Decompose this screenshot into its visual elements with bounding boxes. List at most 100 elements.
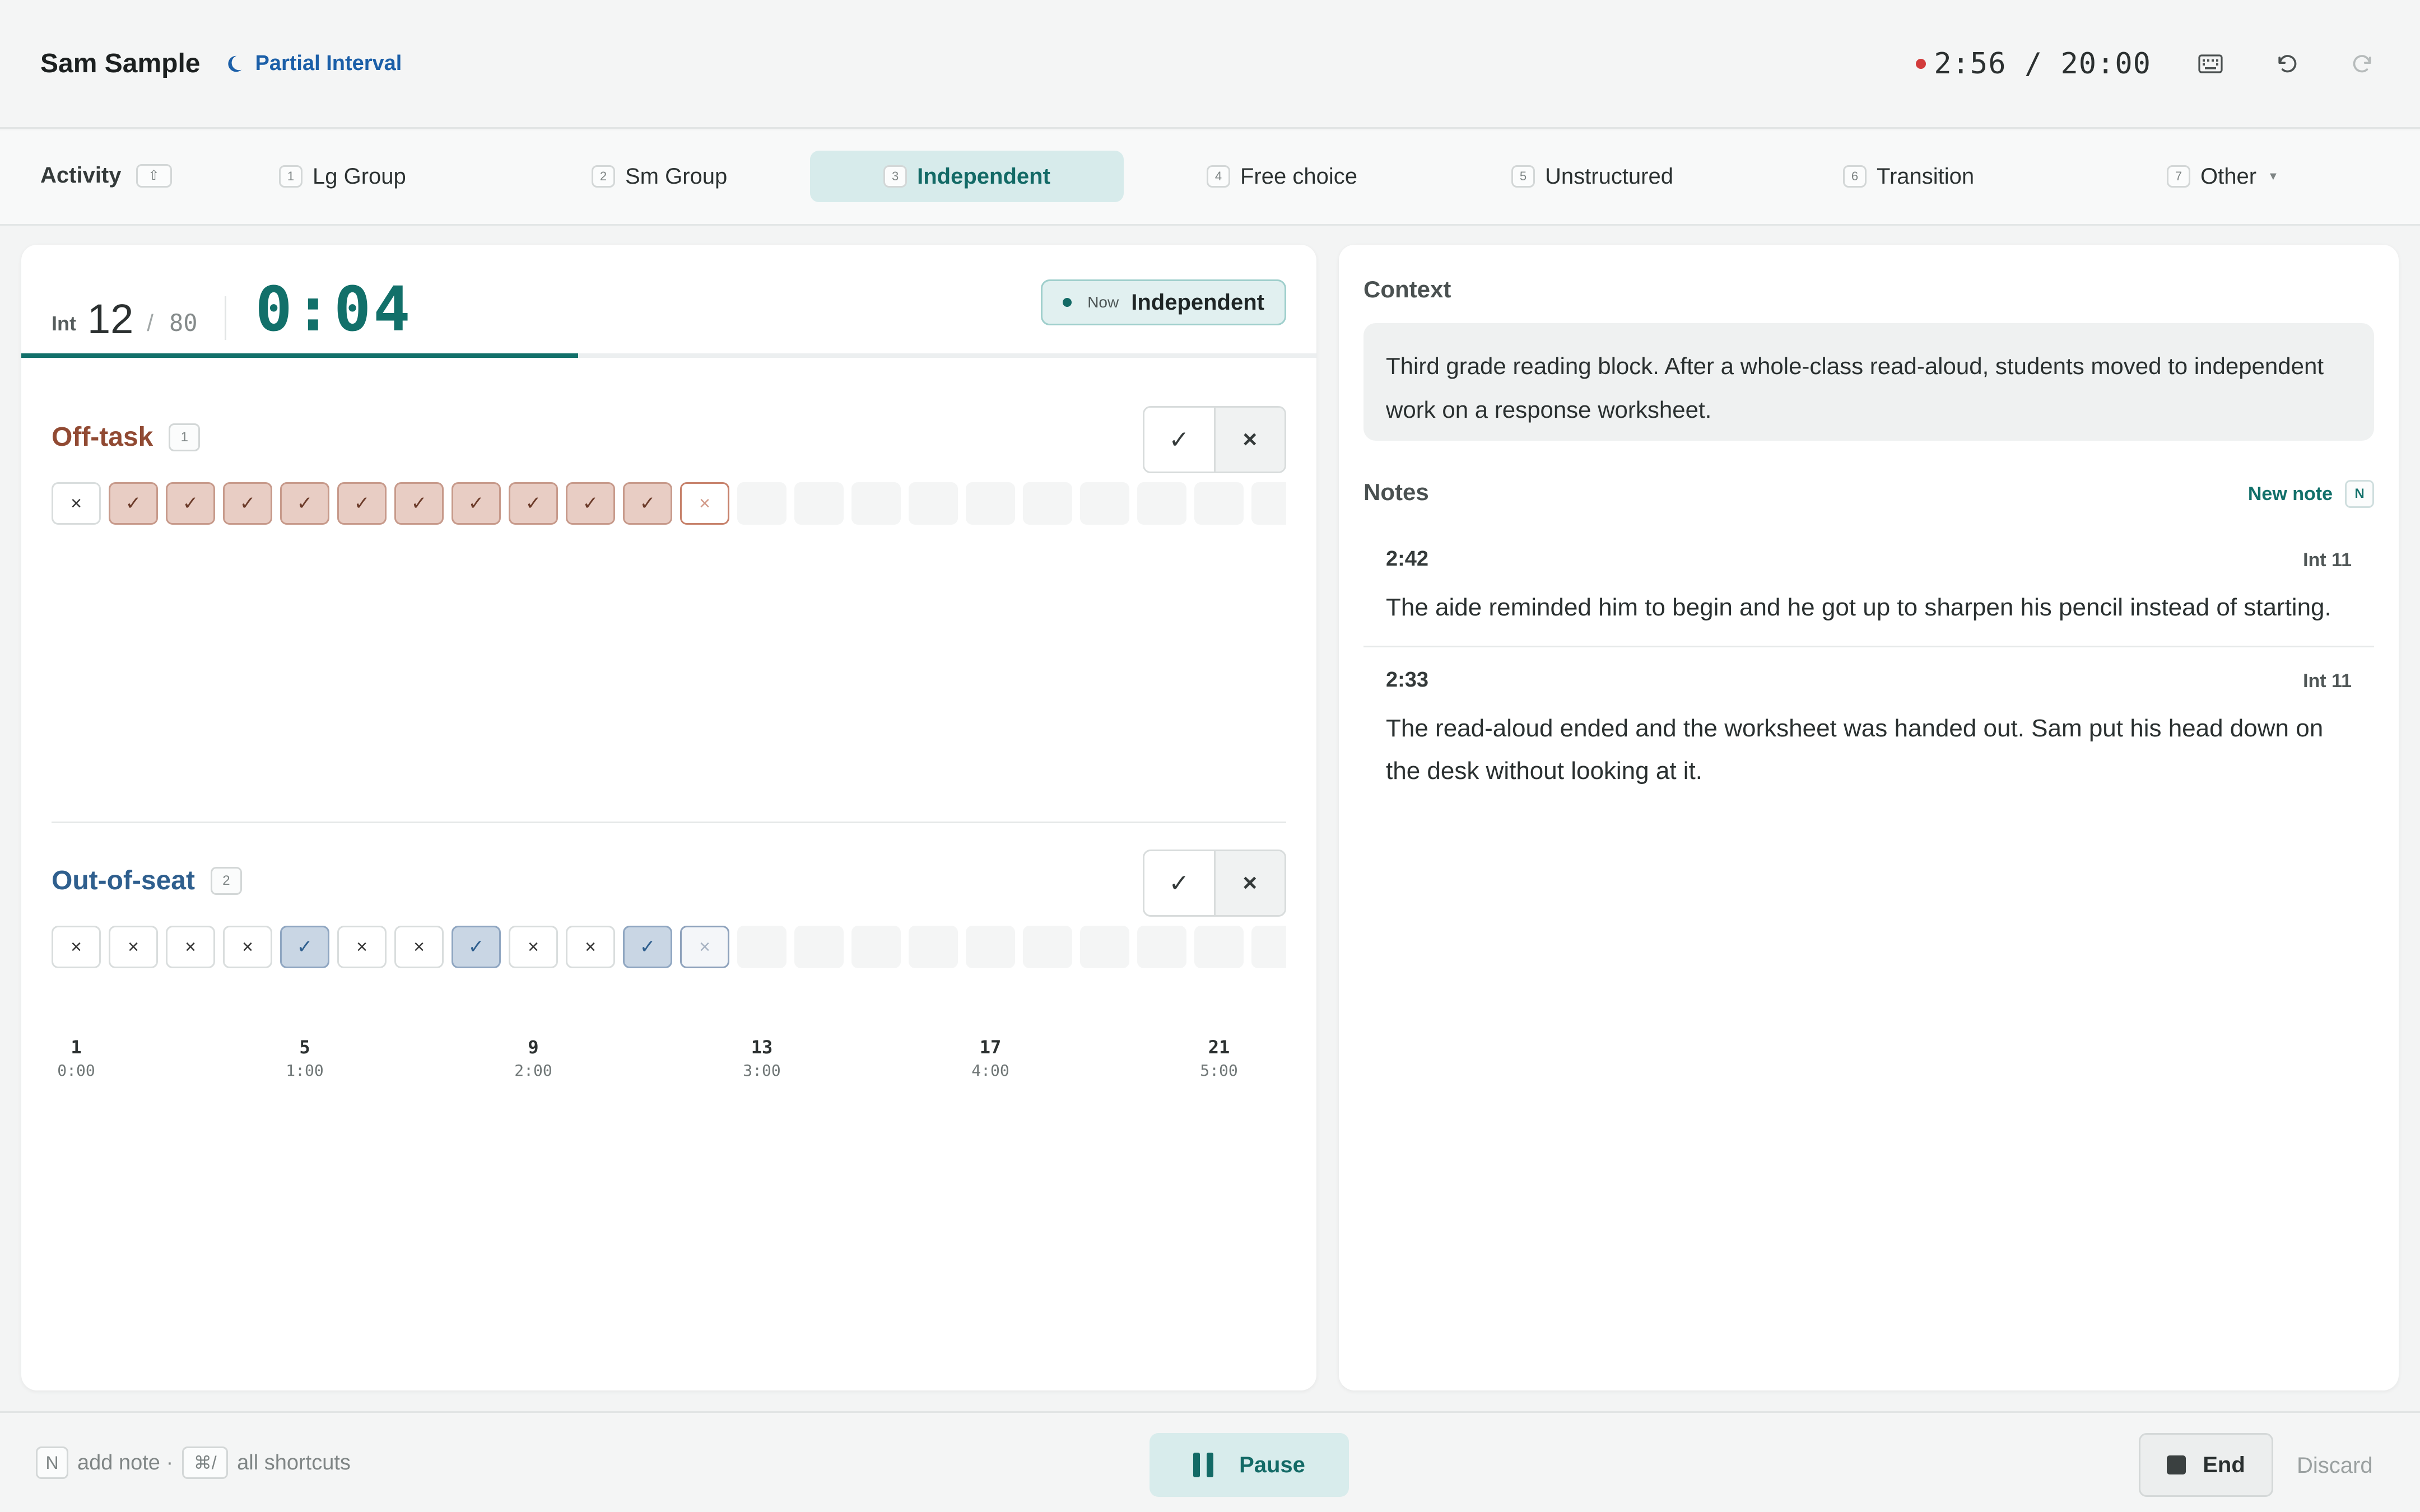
off-task-toggle: ✓ × — [1143, 406, 1286, 473]
interval-cell[interactable]: ✓ — [509, 482, 558, 525]
note-time: 2:42 — [1386, 547, 1429, 571]
interval-progress-track — [21, 353, 1316, 358]
interval-cell[interactable]: ✓ — [452, 926, 501, 968]
interval-cell[interactable] — [1023, 926, 1072, 968]
timeline-tick: 21 5:00 — [1185, 1037, 1253, 1080]
interval-cell[interactable] — [966, 926, 1015, 968]
tab-label: Independent — [917, 164, 1050, 189]
tab-key: 1 — [279, 165, 302, 188]
end-label: End — [2203, 1452, 2245, 1477]
interval-total: 80 — [169, 309, 198, 337]
tab-label: Lg Group — [313, 164, 406, 189]
tab-free-choice[interactable]: 4 Free choice — [1191, 151, 1373, 202]
mark-no-button[interactable]: × — [1213, 408, 1285, 472]
note-key-hint: N — [36, 1446, 68, 1479]
interval-cell[interactable] — [1137, 482, 1186, 525]
interval-cell[interactable]: × — [166, 926, 215, 968]
interval-cell[interactable] — [1023, 482, 1072, 525]
interval-cell[interactable]: ✓ — [337, 482, 387, 525]
redo-icon[interactable] — [2346, 47, 2380, 81]
interval-cell[interactable] — [909, 482, 958, 525]
context-title: Context — [1363, 276, 1451, 302]
out-of-seat-intervals: × × × × ✓ × × ✓ × × ✓ × — [52, 926, 1286, 970]
interval-cell[interactable] — [737, 482, 787, 525]
interval-cell[interactable]: ✓ — [452, 482, 501, 525]
interval-cell[interactable]: ✓ — [623, 926, 672, 968]
mode-indicator[interactable]: Partial Interval — [224, 52, 402, 76]
interval-cell[interactable] — [1080, 482, 1129, 525]
interval-cell[interactable]: × — [52, 926, 101, 968]
context-text: Third grade reading block. After a whole… — [1363, 323, 2374, 441]
interval-cell[interactable]: ✓ — [166, 482, 215, 525]
behavior-out-of-seat: Out-of-seat 2 ✓ × × × × × ✓ × × ✓ × × ✓ × — [52, 850, 1286, 978]
end-button[interactable]: End — [2139, 1433, 2273, 1497]
interval-cell[interactable]: ✓ — [223, 482, 272, 525]
interval-cell[interactable] — [1194, 482, 1244, 525]
note-time: 2:33 — [1386, 668, 1429, 692]
interval-cell[interactable]: × — [109, 926, 158, 968]
interval-cell[interactable] — [1251, 926, 1286, 968]
interval-cell[interactable]: × — [337, 926, 387, 968]
tick-time: 1:00 — [286, 1061, 324, 1080]
interval-cell[interactable]: × — [394, 926, 444, 968]
note-item[interactable]: 2:42 Int 11 The aide reminded him to beg… — [1363, 547, 2374, 631]
interval-cell[interactable]: × — [680, 482, 729, 525]
interval-cell[interactable]: × — [52, 482, 101, 525]
interval-cell[interactable] — [1194, 926, 1244, 968]
new-note-button[interactable]: New note N — [2248, 480, 2374, 508]
interval-cell[interactable]: ✓ — [394, 482, 444, 525]
note-item[interactable]: 2:33 Int 11 The read-aloud ended and the… — [1363, 668, 2374, 808]
interval-cell[interactable]: × — [566, 926, 615, 968]
stop-icon — [2167, 1455, 2186, 1474]
mark-no-button[interactable]: × — [1213, 851, 1285, 915]
interval-cell[interactable]: ✓ — [623, 482, 672, 525]
tick-time: 2:00 — [514, 1061, 552, 1080]
tab-key: 3 — [883, 165, 908, 188]
tab-independent[interactable]: 3 Independent — [810, 151, 1124, 202]
interval-cell[interactable] — [794, 482, 844, 525]
context-notes-panel: Context Third grade reading block. After… — [1339, 245, 2399, 1390]
interval-cell[interactable] — [851, 482, 901, 525]
interval-cell[interactable] — [966, 482, 1015, 525]
interval-cell[interactable] — [794, 926, 844, 968]
tab-unstructured[interactable]: 5 Unstructured — [1496, 151, 1689, 202]
behavior-key: 1 — [169, 423, 201, 451]
interval-divider — [224, 296, 226, 340]
tick-interval: 5 — [299, 1037, 310, 1058]
interval-cell[interactable]: × — [680, 926, 729, 968]
tab-other[interactable]: 7 Other ▼ — [2151, 151, 2295, 202]
interval-cell[interactable] — [1080, 926, 1129, 968]
interval-cell[interactable]: ✓ — [280, 926, 329, 968]
behavior-header: Out-of-seat 2 — [52, 865, 242, 896]
recording-dot — [1916, 58, 1926, 69]
tick-time: 5:00 — [1200, 1061, 1238, 1080]
interval-cell[interactable]: ✓ — [566, 482, 615, 525]
interval-counter: Int 12 / 80 0:04 — [52, 278, 412, 340]
interval-cell[interactable]: ✓ — [109, 482, 158, 525]
off-task-intervals: × ✓ ✓ ✓ ✓ ✓ ✓ ✓ ✓ ✓ ✓ × — [52, 482, 1286, 527]
interval-cell[interactable]: × — [223, 926, 272, 968]
header-controls: 2:56 / 20:00 — [1916, 47, 2380, 81]
tab-lg-group[interactable]: 1 Lg Group — [263, 151, 422, 202]
keyboard-icon[interactable] — [2194, 47, 2227, 81]
undo-icon[interactable] — [2270, 47, 2303, 81]
interval-cell[interactable] — [1251, 482, 1286, 525]
discard-button[interactable]: Discard — [2297, 1453, 2373, 1478]
tab-sm-group[interactable]: 2 Sm Group — [576, 151, 743, 202]
interval-timeline: 1 0:00 5 1:00 9 2:00 13 3:00 17 4:00 21 5:00 — [52, 1037, 1286, 1081]
interval-cell[interactable]: ✓ — [280, 482, 329, 525]
interval-cell[interactable] — [1137, 926, 1186, 968]
interval-cell[interactable] — [909, 926, 958, 968]
mark-yes-button[interactable]: ✓ — [1144, 851, 1214, 915]
note-text: The aide reminded him to begin and he go… — [1386, 594, 2331, 621]
notes-title: Notes — [1363, 479, 1429, 505]
interval-cell[interactable]: × — [509, 926, 558, 968]
interval-cell[interactable] — [851, 926, 901, 968]
mark-yes-button[interactable]: ✓ — [1144, 408, 1214, 472]
pause-button[interactable]: Pause — [1150, 1433, 1349, 1497]
interval-progress-fill — [21, 353, 579, 358]
behavior-title: Out-of-seat — [52, 866, 195, 895]
tab-transition[interactable]: 6 Transition — [1827, 151, 1990, 202]
interval-cell[interactable] — [737, 926, 787, 968]
session-clock: 2:56 / 20:00 — [1934, 46, 2151, 81]
